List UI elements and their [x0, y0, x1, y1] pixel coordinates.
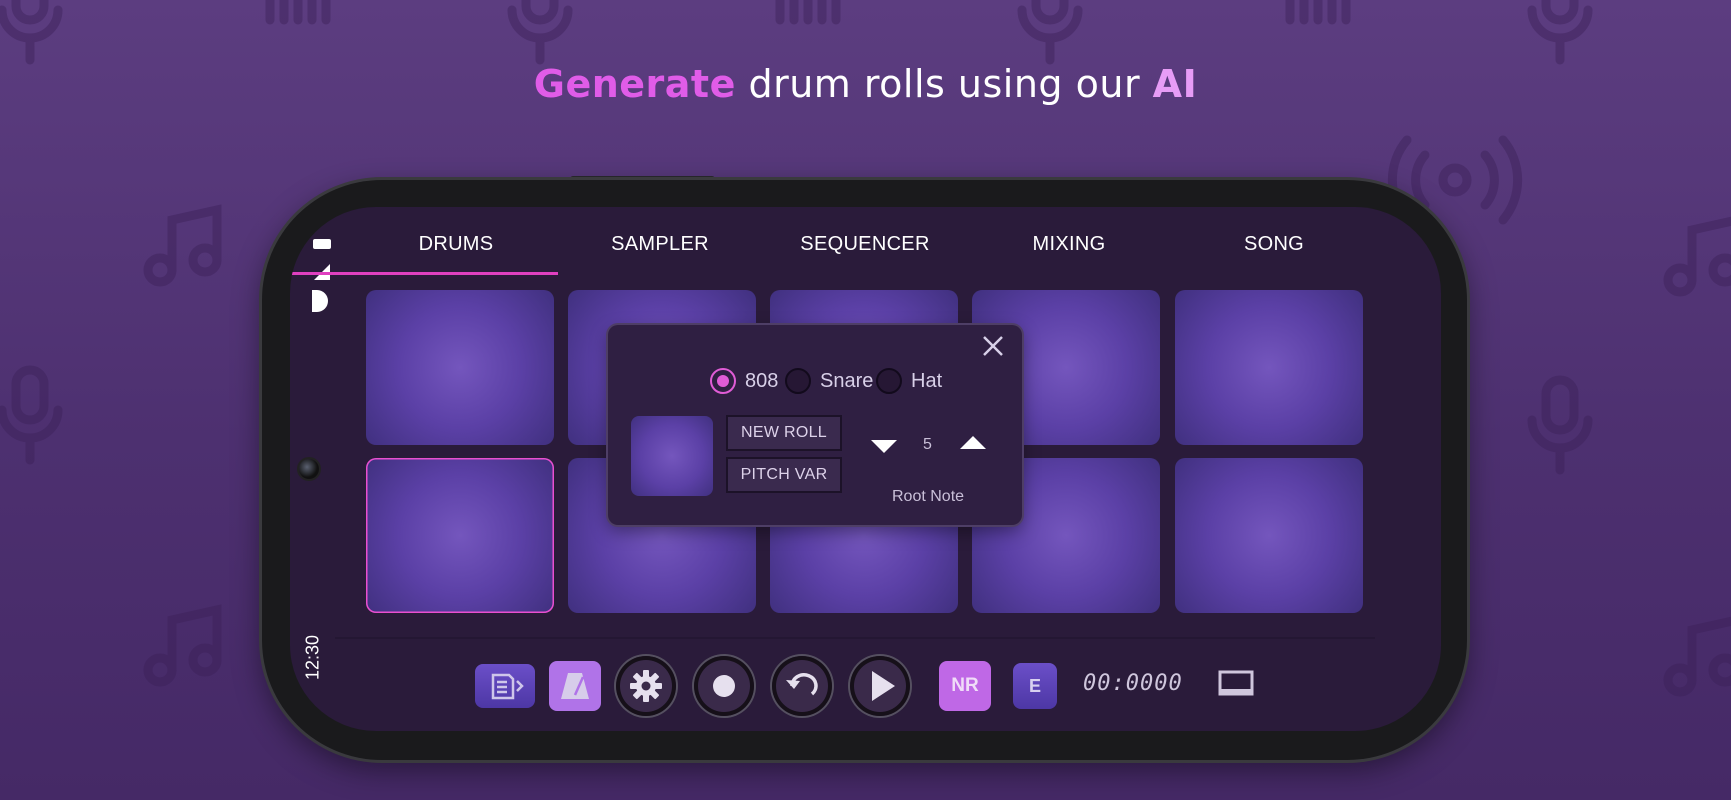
- drum-roll-dialog: 808 Snare Hat NEW ROLL PITCH VAR 5 Root …: [608, 325, 1022, 525]
- status-time: 12:30: [302, 634, 323, 681]
- headline-generate: Generate: [533, 62, 736, 106]
- tab-sampler[interactable]: SAMPLER: [611, 233, 709, 256]
- e-button[interactable]: E: [1013, 663, 1057, 709]
- screen-icon: [1218, 670, 1254, 696]
- screen-button[interactable]: [1217, 667, 1255, 701]
- preview-pad[interactable]: [631, 416, 713, 496]
- radio-snare-label: Snare: [820, 370, 874, 392]
- settings-button[interactable]: [616, 656, 676, 716]
- headline: Generate drum rolls using our AI: [0, 62, 1731, 106]
- play-icon: [872, 671, 895, 701]
- drum-pad-1[interactable]: [366, 290, 554, 445]
- sequence-list-icon: [491, 673, 524, 700]
- root-note-down-button[interactable]: [871, 440, 897, 453]
- radio-snare[interactable]: [785, 368, 811, 394]
- pitch-var-button[interactable]: PITCH VAR: [726, 457, 842, 493]
- battery-icon: [313, 239, 331, 249]
- drum-pad-6[interactable]: [366, 458, 554, 613]
- radio-808[interactable]: [710, 368, 736, 394]
- sequence-list-button[interactable]: [475, 664, 535, 708]
- root-note-up-button[interactable]: [960, 436, 986, 449]
- timer-display: 00:0000: [1083, 671, 1183, 696]
- close-icon: [983, 336, 1003, 356]
- tab-song[interactable]: SONG: [1244, 233, 1304, 256]
- metronome-button[interactable]: [549, 661, 601, 711]
- tab-mixing[interactable]: MIXING: [1033, 233, 1106, 256]
- radio-808-label: 808: [745, 370, 779, 392]
- drum-pad-10[interactable]: [1175, 458, 1363, 613]
- play-button[interactable]: [850, 656, 910, 716]
- toolbar-divider: [335, 637, 1375, 639]
- radio-hat[interactable]: [876, 368, 902, 394]
- front-camera: [299, 459, 319, 479]
- metronome-icon: [561, 673, 589, 699]
- app-screen: 12:30 DRUMS SAMPLER SEQUENCER MIXING SON…: [290, 207, 1441, 731]
- headline-ai: AI: [1152, 62, 1198, 106]
- nr-button[interactable]: NR: [939, 661, 991, 711]
- active-tab-indicator: [290, 272, 558, 275]
- tab-sequencer[interactable]: SEQUENCER: [800, 233, 929, 256]
- headline-middle: drum rolls using our: [735, 62, 1153, 106]
- undo-button[interactable]: [772, 656, 832, 716]
- close-button[interactable]: [982, 335, 1004, 357]
- radio-hat-label: Hat: [911, 370, 943, 392]
- undo-icon: [786, 673, 818, 696]
- record-button[interactable]: [694, 656, 754, 716]
- root-note-label: Root Note: [892, 488, 965, 505]
- drum-pad-5[interactable]: [1175, 290, 1363, 445]
- settings-gear-icon: [630, 670, 662, 702]
- root-note-value: 5: [923, 436, 932, 453]
- tab-drums[interactable]: DRUMS: [419, 233, 494, 256]
- new-roll-button[interactable]: NEW ROLL: [726, 415, 842, 451]
- wifi-icon: [312, 290, 328, 312]
- record-icon: [713, 675, 735, 697]
